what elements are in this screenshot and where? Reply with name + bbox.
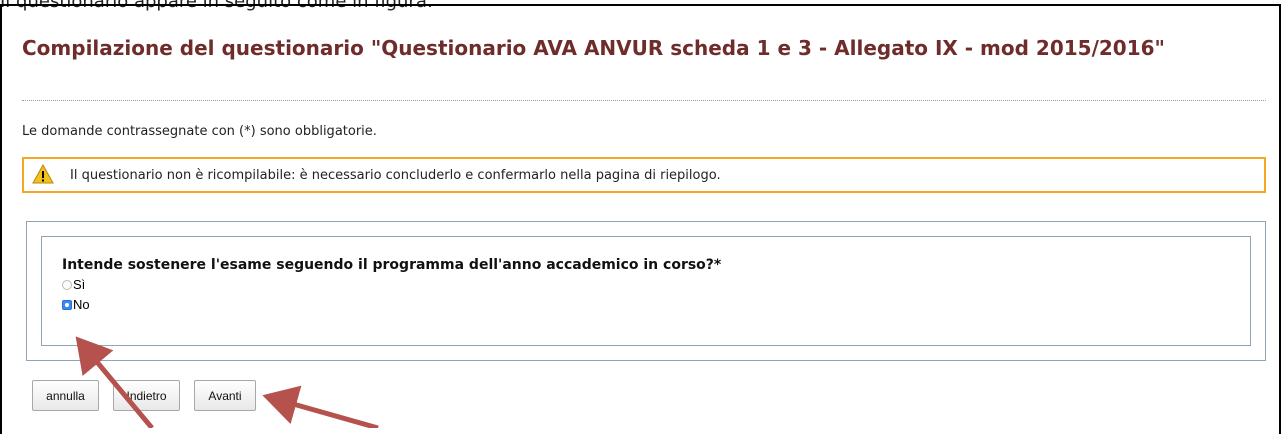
question-label: Intende sostenere l'esame seguendo il pr… — [62, 257, 722, 273]
page-frame — [0, 4, 1281, 434]
required-fields-note: Le domande contrassegnate con (*) sono o… — [22, 124, 377, 139]
option-no-label: No — [73, 297, 90, 312]
next-button[interactable]: Avanti — [194, 380, 256, 411]
warning-triangle-icon — [32, 163, 54, 184]
option-si[interactable]: Sì — [62, 277, 85, 292]
title-divider — [22, 100, 1266, 101]
back-button[interactable]: Indietro — [113, 380, 180, 411]
question-inner-panel: Intende sostenere l'esame seguendo il pr… — [41, 236, 1251, 346]
option-si-label: Sì — [73, 277, 86, 292]
radio-si[interactable] — [62, 279, 72, 290]
warning-banner: Il questionario non è ricompilabile: è n… — [22, 157, 1266, 193]
radio-no-selected[interactable] — [62, 299, 72, 310]
page-title: Compilazione del questionario "Questiona… — [22, 36, 1165, 60]
warning-text: Il questionario non è ricompilabile: è n… — [70, 168, 721, 183]
cancel-button[interactable]: annulla — [32, 380, 99, 411]
question-panel: Intende sostenere l'esame seguendo il pr… — [26, 221, 1266, 361]
option-no[interactable]: No — [62, 297, 90, 312]
